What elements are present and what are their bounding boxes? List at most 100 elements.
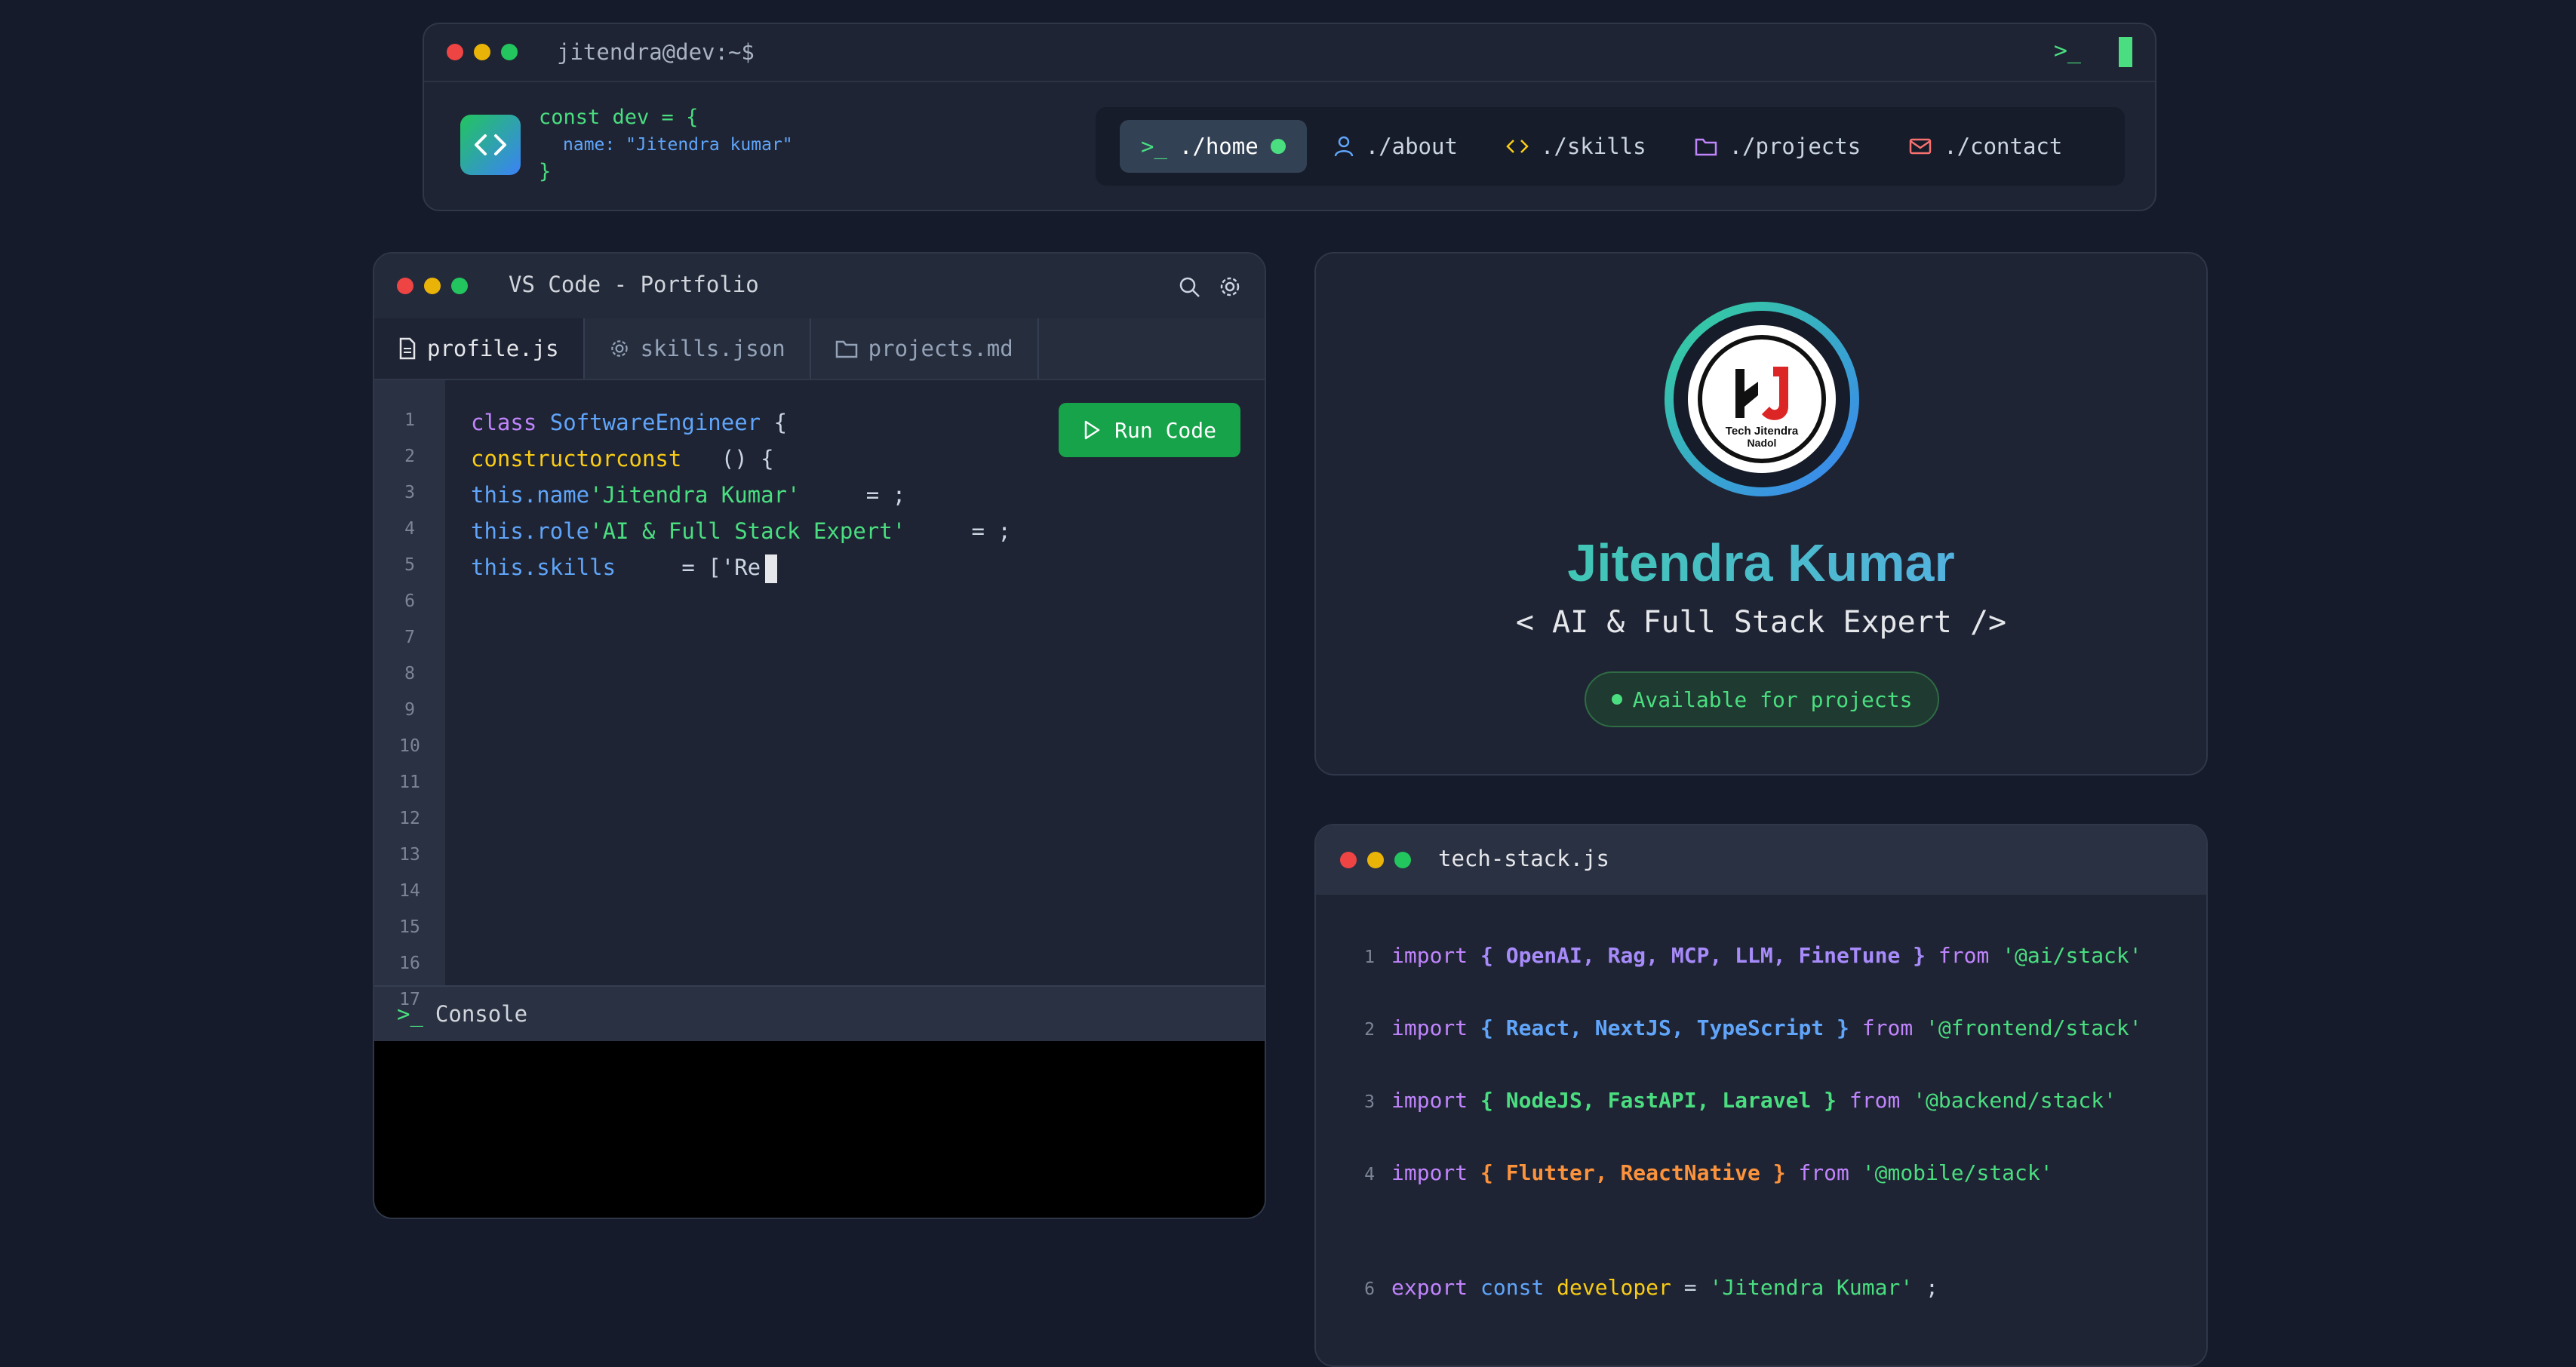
brand-logo: Tech Jitendra Nadol xyxy=(1688,325,1836,473)
folder-icon xyxy=(835,340,857,358)
terminal-titlebar: jitendra@dev:~$ >_ xyxy=(424,24,2155,82)
run-code-label: Run Code xyxy=(1114,417,1216,443)
code-line-4: this.role'AI & Full Stack Expert' = ; xyxy=(471,518,1011,544)
editor-tabs: profile.js skills.json projects.md xyxy=(374,318,1265,380)
console-label: Console xyxy=(435,1001,528,1027)
line-number: 16 xyxy=(399,954,420,973)
nav-contact-label: ./contact xyxy=(1944,134,2063,159)
maximize-dot[interactable] xyxy=(451,278,468,294)
code-logo-icon[interactable] xyxy=(460,115,521,175)
run-code-button[interactable]: Run Code xyxy=(1059,403,1240,457)
play-icon xyxy=(1084,420,1100,440)
import-line-frontend: 2 import { React, NextJS, TypeScript } fr… xyxy=(1364,1015,2142,1040)
avatar[interactable]: Tech Jitendra Nadol xyxy=(1665,302,1859,496)
code-area[interactable]: class SoftwareEngineer { constructorcons… xyxy=(445,380,1265,985)
window-controls xyxy=(447,44,518,60)
tab-projects-md[interactable]: projects.md xyxy=(811,318,1039,379)
tech-stack-titlebar: tech-stack.js xyxy=(1316,825,2206,895)
search-icon[interactable] xyxy=(1177,275,1201,299)
terminal-prompt: jitendra@dev:~$ xyxy=(557,39,755,65)
line-number: 12 xyxy=(399,809,420,828)
line-number: 5 xyxy=(404,555,415,575)
tab-skills-json[interactable]: skills.json xyxy=(585,318,811,379)
snippet-line-3: } xyxy=(539,160,552,183)
code-line-3: this.name'Jitendra Kumar' = ; xyxy=(471,482,906,508)
logo-text-1: Tech Jitendra xyxy=(1726,425,1799,438)
close-dot[interactable] xyxy=(1340,852,1357,868)
line-number: 13 xyxy=(399,845,420,865)
line-number: 4 xyxy=(404,519,415,539)
nav-skills-label: ./skills xyxy=(1540,134,1646,159)
minimize-dot[interactable] xyxy=(424,278,441,294)
profile-card: Tech Jitendra Nadol Jitendra Kumar < AI … xyxy=(1314,252,2208,776)
snippet-line-1: const dev = { xyxy=(539,106,699,129)
maximize-dot[interactable] xyxy=(1394,852,1411,868)
line-number: 2 xyxy=(404,447,415,466)
text-cursor xyxy=(765,554,778,583)
terminal-icon: >_ xyxy=(1141,134,1167,159)
availability-text: Available for projects xyxy=(1632,687,1913,712)
code-icon xyxy=(1506,140,1529,153)
line-number-gutter: 1 2 3 4 5 6 7 8 9 10 11 12 13 14 15 16 17 xyxy=(374,380,445,1009)
tech-stack-window: tech-stack.js 1 import { OpenAI, Rag, MCP… xyxy=(1314,824,2208,1367)
user-icon xyxy=(1334,136,1353,157)
line-number: 3 xyxy=(404,483,415,502)
console-output[interactable] xyxy=(374,1041,1265,1218)
code-line-5: this.skills = ['Re xyxy=(471,549,1265,585)
availability-badge: Available for projects xyxy=(1585,671,1939,727)
minimize-dot[interactable] xyxy=(474,44,490,60)
vscode-window: VS Code - Portfolio profile.js skills.js… xyxy=(373,252,1266,1219)
line-number: 9 xyxy=(404,700,415,720)
profile-role: < AI & Full Stack Expert /> xyxy=(1515,605,2007,640)
vscode-title: VS Code - Portfolio xyxy=(509,272,759,297)
tech-stack-title: tech-stack.js xyxy=(1438,846,1609,871)
main-nav: >_ ./home ./about ./skills ./projects ./… xyxy=(1096,107,2125,186)
nav-projects-label: ./projects xyxy=(1729,134,1861,159)
status-dot xyxy=(1611,694,1622,705)
import-line-backend: 3 import { NodeJS, FastAPI, Laravel } fro… xyxy=(1364,1088,2116,1113)
nav-home[interactable]: >_ ./home xyxy=(1120,120,1307,173)
tab-label: skills.json xyxy=(640,336,785,361)
nav-projects[interactable]: ./projects xyxy=(1674,120,1883,173)
line-number: 7 xyxy=(404,628,415,647)
snippet-line-2: name: "Jitendra kumar" xyxy=(563,135,793,155)
import-line-mobile: 4 import { Flutter, ReactNative } from '@… xyxy=(1364,1160,2053,1185)
close-dot[interactable] xyxy=(397,278,413,294)
tab-label: projects.md xyxy=(868,336,1013,361)
file-icon xyxy=(399,337,416,360)
nav-home-label: ./home xyxy=(1179,134,1259,159)
top-terminal-header: jitendra@dev:~$ >_ const dev = { name: "… xyxy=(423,23,2156,211)
titlebar-actions xyxy=(1177,275,1242,299)
vscode-titlebar: VS Code - Portfolio xyxy=(374,253,1265,318)
line-number: 11 xyxy=(399,773,420,792)
nav-about[interactable]: ./about xyxy=(1313,120,1479,173)
line-number: 10 xyxy=(399,736,420,756)
window-controls xyxy=(397,278,468,294)
line-number: 1 xyxy=(404,410,415,430)
console-header[interactable]: >_ Console xyxy=(374,985,1265,1041)
line-number: 8 xyxy=(404,664,415,684)
window-controls xyxy=(1340,852,1411,868)
terminal-icon: >_ xyxy=(2053,38,2081,64)
maximize-dot[interactable] xyxy=(501,44,518,60)
import-line-ai: 1 import { OpenAI, Rag, MCP, LLM, FineTun… xyxy=(1364,943,2142,968)
minimize-dot[interactable] xyxy=(1367,852,1384,868)
profile-name: Jitendra Kumar xyxy=(1316,533,2206,593)
folder-icon xyxy=(1695,138,1717,156)
nav-about-label: ./about xyxy=(1365,134,1458,159)
line-number: 6 xyxy=(404,591,415,611)
terminal-cursor xyxy=(2119,37,2132,67)
code-editor[interactable]: 1 2 3 4 5 6 7 8 9 10 11 12 13 14 15 16 17 class Software… xyxy=(374,380,1265,1009)
gear-icon xyxy=(610,340,628,357)
tab-profile-js[interactable]: profile.js xyxy=(374,318,585,379)
logo-text-2: Nadol xyxy=(1748,437,1777,449)
gear-icon[interactable] xyxy=(1218,275,1242,299)
nav-skills[interactable]: ./skills xyxy=(1485,120,1668,173)
line-number: 17 xyxy=(399,990,420,1009)
line-number: 14 xyxy=(399,881,420,901)
close-dot[interactable] xyxy=(447,44,463,60)
active-indicator xyxy=(1270,139,1286,154)
dev-code-snippet: const dev = { name: "Jitendra kumar" } xyxy=(539,104,793,186)
nav-contact[interactable]: ./contact xyxy=(1888,120,2083,173)
tab-label: profile.js xyxy=(427,336,559,361)
